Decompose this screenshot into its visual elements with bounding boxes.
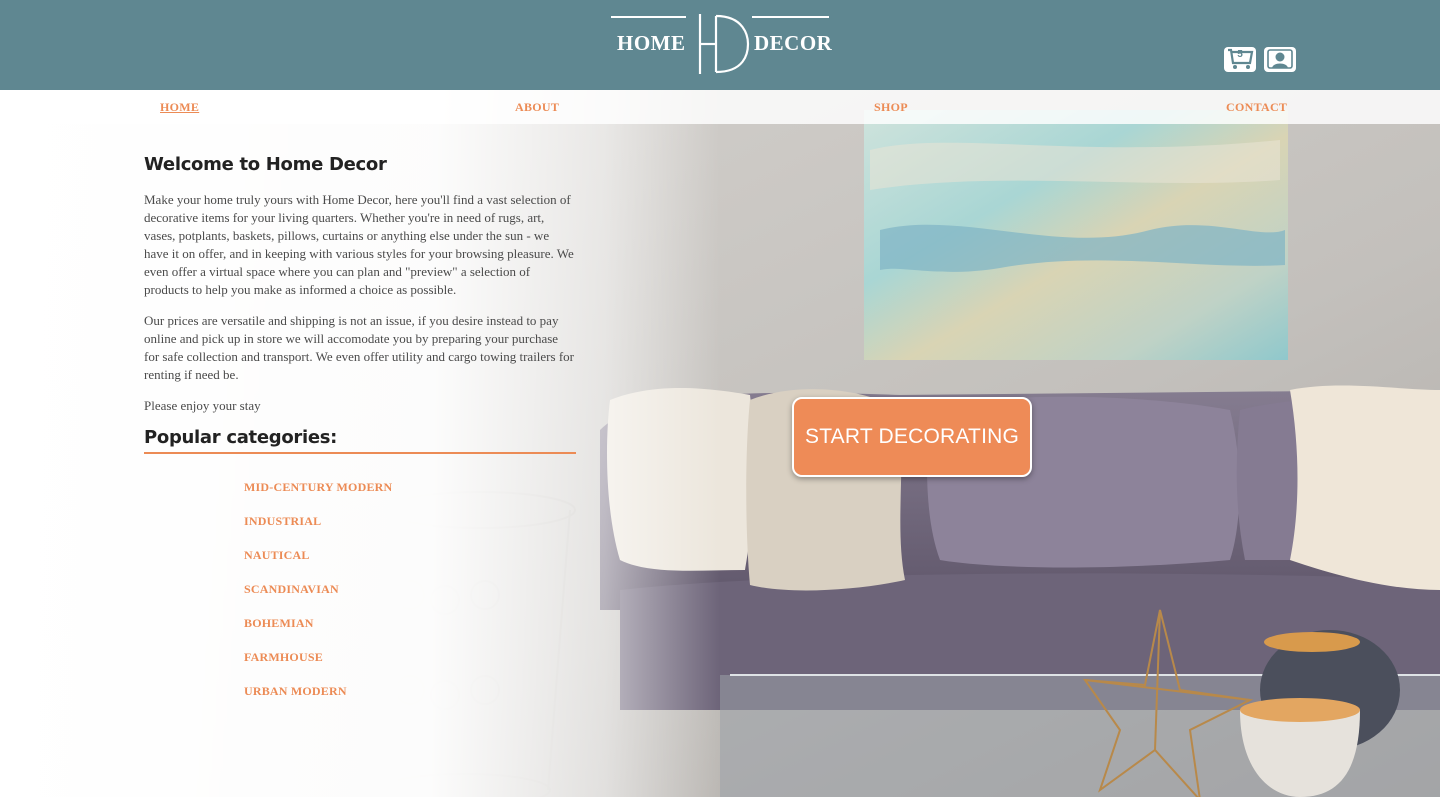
main-nav: HOME ABOUT SHOP CONTACT: [0, 90, 1440, 124]
logo-rule-left: [611, 16, 686, 18]
category-link-mid-century-modern[interactable]: MID-CENTURY MODERN: [244, 480, 392, 494]
user-icon: [1267, 49, 1293, 69]
category-link-industrial[interactable]: INDUSTRIAL: [244, 514, 321, 528]
category-item: URBAN MODERN: [244, 682, 576, 716]
page-title: Welcome to Home Decor: [144, 154, 387, 175]
nav-contact[interactable]: CONTACT: [1226, 100, 1287, 114]
nav-about[interactable]: ABOUT: [515, 100, 559, 114]
category-link-nautical[interactable]: NAUTICAL: [244, 548, 310, 562]
nav-home[interactable]: HOME: [160, 100, 199, 114]
intro-paragraph-1: Make your home truly yours with Home Dec…: [144, 192, 574, 297]
category-item: FARMHOUSE: [244, 648, 576, 682]
category-list: MID-CENTURY MODERN INDUSTRIAL NAUTICAL S…: [144, 478, 576, 716]
category-item: INDUSTRIAL: [244, 512, 576, 546]
category-item: SCANDINAVIAN: [244, 580, 576, 614]
cart-count-badge: 5: [1237, 49, 1243, 60]
logo-word-decor: DECOR: [754, 31, 833, 55]
start-decorating-button[interactable]: START DECORATING: [792, 397, 1032, 477]
category-link-scandinavian[interactable]: SCANDINAVIAN: [244, 582, 339, 596]
category-link-bohemian[interactable]: BOHEMIAN: [244, 616, 314, 630]
categories-heading: Popular categories:: [144, 426, 576, 454]
category-link-urban-modern[interactable]: URBAN MODERN: [244, 684, 347, 698]
intro-section: Welcome to Home Decor Make your home tru…: [144, 153, 576, 716]
site-header: HOME DECOR 5: [0, 0, 1440, 90]
site-logo[interactable]: HOME DECOR: [610, 12, 833, 76]
cart-button[interactable]: 5: [1224, 47, 1256, 72]
category-link-farmhouse[interactable]: FARMHOUSE: [244, 650, 323, 664]
nav-shop[interactable]: SHOP: [874, 100, 908, 114]
logo-word-home: HOME: [617, 31, 686, 55]
category-item: NAUTICAL: [244, 546, 576, 580]
category-item: BOHEMIAN: [244, 614, 576, 648]
hd-monogram-icon: [698, 14, 750, 74]
intro-paragraph-3: Please enjoy your stay: [144, 398, 261, 413]
account-button[interactable]: [1264, 47, 1296, 72]
logo-rule-right: [752, 16, 829, 18]
category-item: MID-CENTURY MODERN: [244, 478, 576, 512]
intro-paragraph-2: Our prices are versatile and shipping is…: [144, 313, 574, 382]
